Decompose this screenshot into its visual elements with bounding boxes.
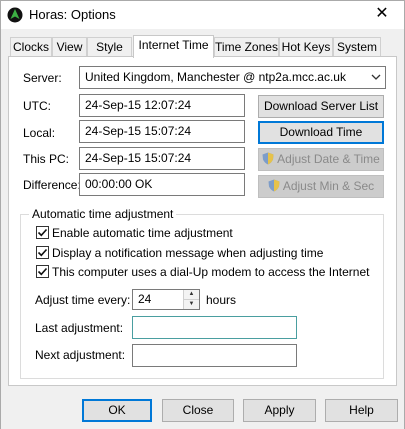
ok-button[interactable]: OK bbox=[82, 399, 152, 422]
this-pc-field[interactable]: 24-Sep-15 15:07:24 bbox=[79, 147, 245, 170]
adjust-every-stepper[interactable]: 24 ▲ ▼ bbox=[132, 289, 200, 310]
tab-view[interactable]: View bbox=[52, 37, 87, 57]
checkmark-icon bbox=[37, 248, 48, 257]
close-window-icon[interactable]: ✕ bbox=[360, 1, 404, 29]
tab-strip: Clocks View Style Internet Time Time Zon… bbox=[1, 35, 404, 58]
next-adjustment-label: Next adjustment: bbox=[35, 348, 126, 362]
horas-app-icon bbox=[7, 7, 23, 23]
adjust-min-sec-button[interactable]: Adjust Min & Sec bbox=[258, 175, 384, 198]
download-server-list-button[interactable]: Download Server List bbox=[258, 95, 384, 118]
apply-button[interactable]: Apply bbox=[243, 399, 316, 422]
server-select[interactable]: United Kingdom, Manchester @ ntp2a.mcc.a… bbox=[79, 66, 386, 89]
local-field[interactable]: 24-Sep-15 15:07:24 bbox=[79, 120, 245, 143]
auto-adjust-group-title: Automatic time adjustment bbox=[29, 207, 177, 221]
dialup-modem-checkbox[interactable] bbox=[36, 265, 49, 278]
tab-system[interactable]: System bbox=[333, 37, 381, 57]
tab-hot-keys[interactable]: Hot Keys bbox=[279, 37, 333, 57]
dialup-modem-label[interactable]: This computer uses a dial-Up modem to ac… bbox=[52, 265, 369, 279]
uac-shield-icon bbox=[262, 151, 274, 165]
adjust-date-time-button[interactable]: Adjust Date & Time bbox=[258, 148, 384, 171]
uac-shield-icon bbox=[268, 178, 280, 192]
checkmark-icon bbox=[37, 267, 48, 276]
chevron-down-icon bbox=[371, 67, 381, 88]
server-label: Server: bbox=[23, 71, 62, 85]
next-adjustment-field[interactable] bbox=[132, 344, 297, 367]
show-notification-label[interactable]: Display a notification message when adju… bbox=[52, 246, 323, 260]
tab-internet-time[interactable]: Internet Time bbox=[133, 35, 214, 58]
options-dialog: Horas: Options ✕ Clocks View Style Inter… bbox=[0, 0, 405, 429]
utc-field[interactable]: 24-Sep-15 12:07:24 bbox=[79, 94, 245, 117]
local-label: Local: bbox=[23, 126, 56, 140]
tab-style[interactable]: Style bbox=[87, 37, 132, 57]
adjust-every-label: Adjust time every: bbox=[35, 293, 131, 307]
show-notification-checkbox[interactable] bbox=[36, 246, 49, 259]
spin-down-icon[interactable]: ▼ bbox=[183, 299, 199, 309]
close-button[interactable]: Close bbox=[162, 399, 234, 422]
checkmark-icon bbox=[37, 228, 48, 237]
download-time-button[interactable]: Download Time bbox=[258, 121, 384, 144]
last-adjustment-field[interactable] bbox=[132, 316, 297, 339]
last-adjustment-label: Last adjustment: bbox=[35, 321, 124, 335]
help-button[interactable]: Help bbox=[325, 399, 398, 422]
spin-up-icon[interactable]: ▲ bbox=[183, 290, 199, 300]
server-value: United Kingdom, Manchester @ ntp2a.mcc.a… bbox=[85, 70, 346, 84]
tab-time-zones[interactable]: Time Zones bbox=[214, 37, 279, 57]
adjust-date-time-label: Adjust Date & Time bbox=[277, 152, 380, 166]
adjust-min-sec-label: Adjust Min & Sec bbox=[282, 179, 375, 193]
enable-auto-adjust-checkbox[interactable] bbox=[36, 226, 49, 239]
enable-auto-adjust-label[interactable]: Enable automatic time adjustment bbox=[52, 226, 233, 240]
difference-field[interactable]: 00:00:00 OK bbox=[79, 173, 245, 196]
window-title: Horas: Options bbox=[29, 7, 116, 22]
tab-clocks[interactable]: Clocks bbox=[10, 37, 52, 57]
adjust-every-value[interactable]: 24 bbox=[138, 292, 151, 306]
this-pc-label: This PC: bbox=[23, 152, 70, 166]
title-bar[interactable]: Horas: Options ✕ bbox=[1, 1, 404, 29]
utc-label: UTC: bbox=[23, 99, 51, 113]
difference-label: Difference: bbox=[23, 178, 81, 192]
adjust-every-unit: hours bbox=[206, 293, 237, 307]
